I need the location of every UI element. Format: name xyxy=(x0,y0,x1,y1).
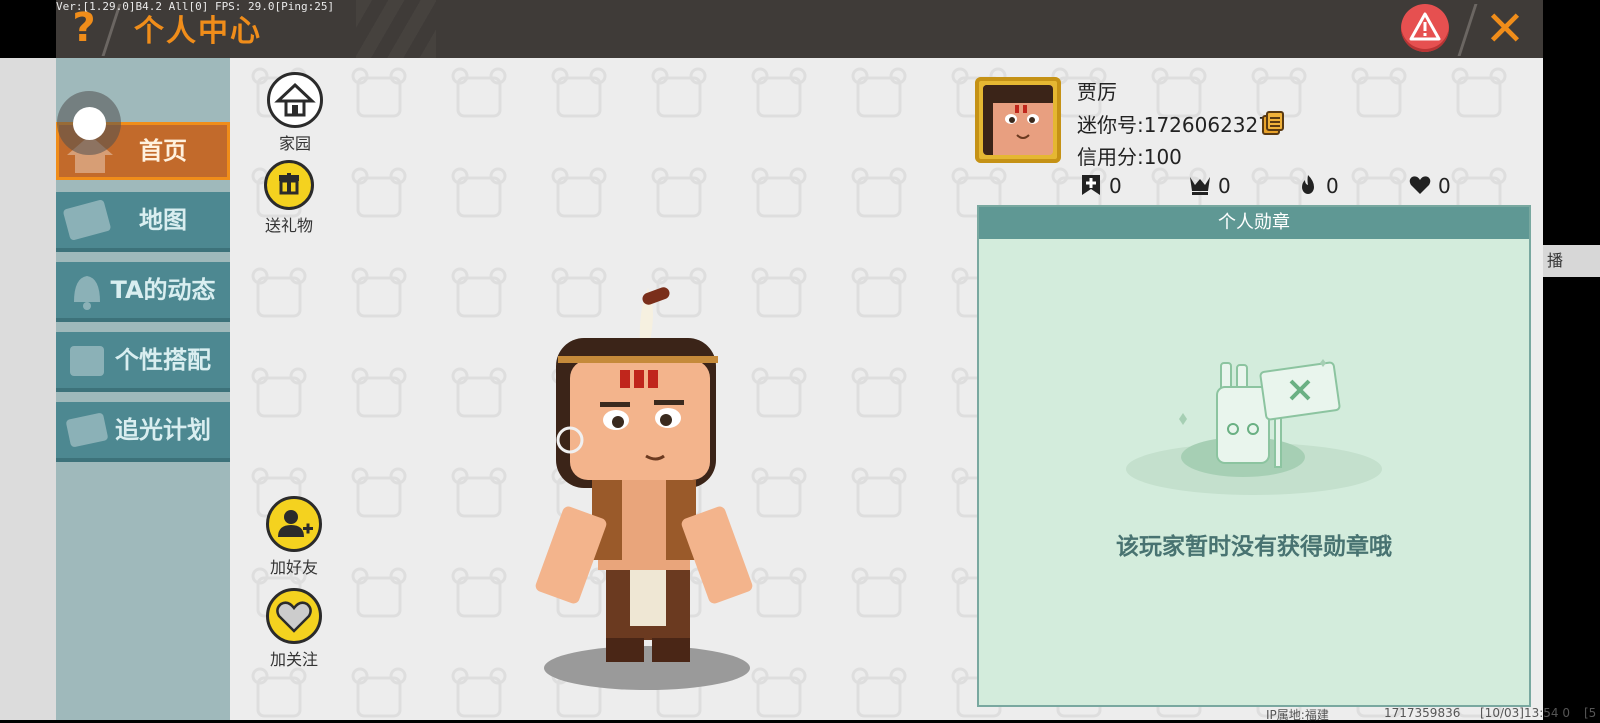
empty-medals-message: 该玩家暂时没有获得勋章哦 xyxy=(1116,534,1392,560)
top-header-bar: ? 个人中心 Ver:[1.29.0]B4.2 All[0] FPS: 29.0… xyxy=(56,0,1543,58)
sidebar-item-label: 个性搭配 xyxy=(115,346,211,374)
warning-triangle-icon[interactable] xyxy=(1401,4,1449,52)
sidebar-item-map[interactable]: 地图 xyxy=(56,192,230,252)
player-username: 贾厉 xyxy=(1077,80,1117,104)
add-friend-label: 加好友 xyxy=(269,558,318,577)
footer-timestamp: [10/03]13:54 0 xyxy=(1480,706,1570,720)
header-divider xyxy=(1457,4,1478,56)
footer-extra: [5 xyxy=(1584,706,1597,720)
sidebar-item-label: 地图 xyxy=(139,206,187,234)
trophy-icon xyxy=(1190,177,1210,195)
bookmark-plus-icon xyxy=(1082,175,1100,195)
empty-mascot-illustration xyxy=(1126,359,1382,495)
hearts-icon xyxy=(1409,176,1431,194)
flame-icon xyxy=(1302,175,1314,194)
house-icon xyxy=(267,72,323,128)
credit-score: 信用分:100 xyxy=(1077,145,1182,169)
home-action[interactable]: 家园 xyxy=(260,72,330,154)
heart-icon xyxy=(266,588,322,644)
close-x-icon[interactable]: ✕ xyxy=(1480,4,1530,54)
side-live-tab[interactable]: 播 xyxy=(1543,245,1600,277)
player-avatar-thumbnail[interactable] xyxy=(975,77,1061,163)
home-action-label: 家园 xyxy=(278,134,311,153)
add-friend-icon xyxy=(266,496,322,552)
sidebar-nav: 首页 地图 TA的动态 个性搭配 追光计划 xyxy=(56,58,230,720)
footer-number: 1717359836 xyxy=(1384,706,1461,720)
mini-id: 迷你号:1726062327 xyxy=(1077,113,1271,137)
sidebar-item-activity[interactable]: TA的动态 xyxy=(56,262,230,322)
ip-location: IP属地:福建 xyxy=(1266,708,1329,722)
sidebar-item-light-plan[interactable]: 追光计划 xyxy=(56,402,230,462)
gift-action-label: 送礼物 xyxy=(264,216,313,235)
player-avatar-model[interactable] xyxy=(508,280,768,700)
right-bezel xyxy=(1543,0,1600,720)
gift-icon xyxy=(264,160,314,210)
left-bezel xyxy=(0,0,56,720)
add-friend-action[interactable]: 加好友 xyxy=(259,496,329,578)
gift-action[interactable]: 送礼物 xyxy=(254,160,324,236)
sidebar-item-outfit[interactable]: 个性搭配 xyxy=(56,332,230,392)
follow-action[interactable]: 加关注 xyxy=(259,588,329,670)
copy-icon[interactable] xyxy=(1261,110,1285,136)
floating-toggle-button[interactable] xyxy=(57,91,121,155)
sidebar-item-label: TA的动态 xyxy=(110,276,216,304)
follow-label: 加关注 xyxy=(269,650,318,669)
medal-panel-title: 个人勋章 xyxy=(979,207,1529,239)
debug-info-text: Ver:[1.29.0]B4.2 All[0] FPS: 29.0[Ping:2… xyxy=(56,0,335,13)
sidebar-item-label: 追光计划 xyxy=(115,416,211,444)
medal-panel: 个人勋章 该玩家暂时没有获得勋章哦 xyxy=(977,205,1531,707)
